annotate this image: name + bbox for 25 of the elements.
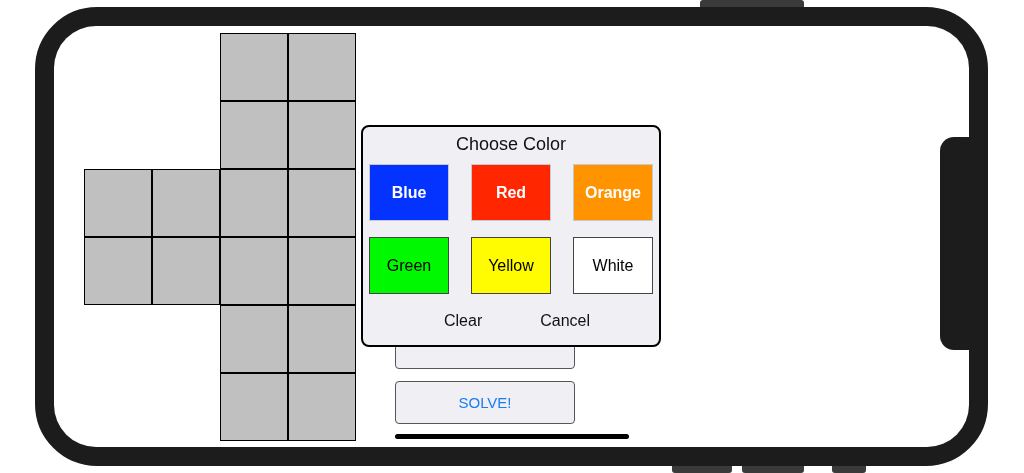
color-button[interactable]: Red	[471, 164, 551, 221]
cube-sticker[interactable]	[220, 101, 288, 169]
dialog-button[interactable]: Cancel	[536, 310, 594, 332]
dialog-button[interactable]: Clear	[439, 310, 487, 332]
cube-sticker[interactable]	[288, 169, 356, 237]
color-button[interactable]: Blue	[369, 164, 449, 221]
cube-sticker[interactable]	[220, 237, 288, 305]
color-button[interactable]: White	[573, 237, 653, 294]
cube-sticker[interactable]	[152, 237, 220, 305]
cube-sticker[interactable]	[152, 169, 220, 237]
action-button[interactable]: SOLVE!	[395, 381, 575, 424]
cube-sticker[interactable]	[288, 33, 356, 101]
cube-sticker[interactable]	[220, 305, 288, 373]
cube-sticker[interactable]	[84, 237, 152, 305]
cube-sticker[interactable]	[220, 33, 288, 101]
cube-sticker[interactable]	[288, 305, 356, 373]
cube-sticker[interactable]	[84, 169, 152, 237]
color-button[interactable]: Green	[369, 237, 449, 294]
cube-sticker[interactable]	[220, 169, 288, 237]
cube-sticker[interactable]	[220, 373, 288, 441]
cube-sticker[interactable]	[288, 373, 356, 441]
cube-sticker[interactable]	[288, 237, 356, 305]
color-button[interactable]: Yellow	[471, 237, 551, 294]
dialog-title: Choose Color	[455, 134, 567, 155]
cube-sticker[interactable]	[288, 101, 356, 169]
